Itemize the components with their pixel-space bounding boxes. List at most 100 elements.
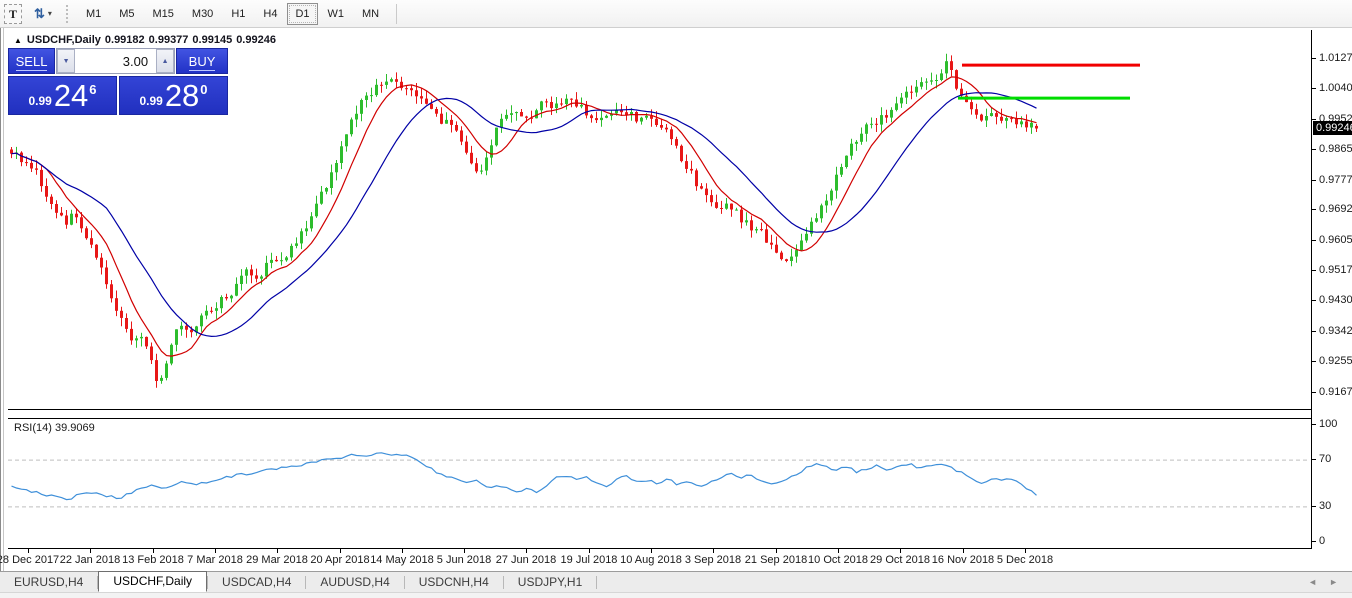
timeframe-button-m5[interactable]: M5 xyxy=(111,3,142,25)
symbol-period-label: USDCHF,Daily xyxy=(27,34,101,46)
tab-usdcnh-h4[interactable]: USDCNH,H4 xyxy=(405,573,503,592)
price-axis-label: 0.91675 xyxy=(1319,386,1352,398)
ohlc-low: 0.99145 xyxy=(192,34,232,46)
price-axis-label: 0.92550 xyxy=(1319,355,1352,367)
price-axis[interactable]: 1.012751.004000.995250.986500.977750.969… xyxy=(1311,30,1352,549)
sell-price-big: 24 xyxy=(54,81,88,111)
tab-usdchf-daily[interactable]: USDCHF,Daily xyxy=(98,571,207,592)
price-axis-tick xyxy=(1312,392,1316,393)
date-axis-tick xyxy=(153,549,154,553)
chart-tabs: EURUSD,H4USDCHF,DailyUSDCAD,H4AUDUSD,H4U… xyxy=(0,571,597,592)
rsi-axis-label: 100 xyxy=(1319,418,1337,430)
mt4-window: T ⇅ ▾ M1M5M15M30H1H4D1W1MN ▲ USDCHF,Daily… xyxy=(0,0,1352,598)
price-axis-label: 0.96050 xyxy=(1319,234,1352,246)
price-axis-tick xyxy=(1312,300,1316,301)
price-axis-label: 0.97775 xyxy=(1319,174,1352,186)
volume-control: ▼ ▲ xyxy=(56,48,175,74)
timeframe-button-m30[interactable]: M30 xyxy=(184,3,221,25)
tab-usdjpy-h1[interactable]: USDJPY,H1 xyxy=(504,573,596,592)
tab-eurusd-h4[interactable]: EURUSD,H4 xyxy=(0,573,97,592)
rsi-axis-tick xyxy=(1312,459,1316,460)
tab-scroll-left-button[interactable]: ◄ xyxy=(1302,577,1323,587)
timeframe-button-mn[interactable]: MN xyxy=(354,3,387,25)
date-axis-tick xyxy=(90,549,91,553)
rsi-axis-label: 30 xyxy=(1319,500,1331,512)
timeframe-button-w1[interactable]: W1 xyxy=(320,3,353,25)
chart-workspace: ▲USDCHF,Daily0.991820.993770.991450.9924… xyxy=(0,28,1352,571)
date-axis-tick xyxy=(277,549,278,553)
rsi-indicator-label: RSI(14) 39.9069 xyxy=(14,422,95,434)
date-axis-tick xyxy=(340,549,341,553)
price-axis-tick xyxy=(1312,88,1316,89)
price-axis-tick xyxy=(1312,361,1316,362)
buy-button-label: BUY xyxy=(189,54,216,71)
ohlc-open: 0.99182 xyxy=(105,34,145,46)
ma-slow-line xyxy=(12,93,1037,337)
tab-scroll-right-button[interactable]: ► xyxy=(1323,577,1344,587)
timeframe-button-m15[interactable]: M15 xyxy=(145,3,182,25)
date-axis-label: 5 Dec 2018 xyxy=(987,554,1063,566)
date-axis-tick xyxy=(526,549,527,553)
chevron-down-icon: ▾ xyxy=(48,9,52,18)
rsi-indicator-pane[interactable] xyxy=(8,418,1311,549)
current-price-badge: 0.99246 xyxy=(1313,121,1352,135)
date-axis[interactable]: 28 Dec 201722 Jan 201813 Feb 20187 Mar 2… xyxy=(8,549,1311,571)
status-strip xyxy=(0,592,1352,598)
date-axis-tick xyxy=(589,549,590,553)
ohlc-high: 0.99377 xyxy=(149,34,189,46)
date-axis-tick xyxy=(402,549,403,553)
price-axis-label: 0.96925 xyxy=(1319,203,1352,215)
date-axis-tick xyxy=(838,549,839,553)
date-axis-tick xyxy=(963,549,964,553)
price-axis-tick xyxy=(1312,58,1316,59)
volume-input[interactable] xyxy=(75,49,156,73)
sell-price-pip: 6 xyxy=(89,82,96,97)
price-axis-label: 1.01275 xyxy=(1319,52,1352,64)
timeframe-button-h4[interactable]: H4 xyxy=(255,3,285,25)
rsi-axis-tick xyxy=(1312,541,1316,542)
tab-audusd-h4[interactable]: AUDUSD,H4 xyxy=(306,573,403,592)
volume-increase-button[interactable]: ▲ xyxy=(156,49,174,73)
date-axis-tick xyxy=(215,549,216,553)
date-axis-tick xyxy=(464,549,465,553)
price-axis-tick xyxy=(1312,209,1316,210)
price-axis-tick xyxy=(1312,331,1316,332)
volume-decrease-button[interactable]: ▼ xyxy=(57,49,75,73)
timeframe-button-d1[interactable]: D1 xyxy=(287,3,317,25)
timeframe-button-group: M1M5M15M30H1H4D1W1MN xyxy=(77,3,388,25)
rsi-axis-label: 70 xyxy=(1319,453,1331,465)
one-click-trading-panel: SELL ▼ ▲ BUY 0.99 24 6 0.99 28 0 xyxy=(8,48,228,115)
price-axis-tick xyxy=(1312,270,1316,271)
buy-price-button[interactable]: 0.99 28 0 xyxy=(119,76,228,115)
sell-button-label: SELL xyxy=(16,54,48,71)
price-axis-label: 0.95175 xyxy=(1319,264,1352,276)
rsi-axis-label: 0 xyxy=(1319,535,1325,547)
price-axis-label: 1.00400 xyxy=(1319,82,1352,94)
arrows-icon: ⇅ xyxy=(34,7,45,20)
sell-button[interactable]: SELL xyxy=(8,48,55,74)
chart-tab-bar: EURUSD,H4USDCHF,DailyUSDCAD,H4AUDUSD,H4U… xyxy=(0,571,1352,592)
timeframe-button-h1[interactable]: H1 xyxy=(223,3,253,25)
buy-price-pip: 0 xyxy=(200,82,207,97)
buy-button[interactable]: BUY xyxy=(176,48,228,74)
price-axis-tick xyxy=(1312,149,1316,150)
buy-price-prefix: 0.99 xyxy=(139,94,162,108)
date-axis-tick xyxy=(713,549,714,553)
tab-separator xyxy=(596,576,597,589)
text-tool-button[interactable]: T xyxy=(4,4,22,24)
sell-price-button[interactable]: 0.99 24 6 xyxy=(8,76,117,115)
buy-price-big: 28 xyxy=(165,81,199,111)
chart-title: ▲USDCHF,Daily0.991820.993770.991450.9924… xyxy=(14,34,280,46)
timeframe-button-m1[interactable]: M1 xyxy=(78,3,109,25)
toolbar-grip-separator xyxy=(66,5,69,23)
tab-usdcad-h4[interactable]: USDCAD,H4 xyxy=(208,573,305,592)
toolbar: T ⇅ ▾ M1M5M15M30H1H4D1W1MN xyxy=(0,0,1352,28)
price-axis-tick xyxy=(1312,119,1316,120)
date-axis-tick xyxy=(1025,549,1026,553)
price-axis-tick xyxy=(1312,180,1316,181)
price-axis-label: 0.98650 xyxy=(1319,143,1352,155)
arrows-tool-button[interactable]: ⇅ ▾ xyxy=(30,4,56,24)
date-axis-tick xyxy=(28,549,29,553)
rsi-chart-canvas[interactable] xyxy=(8,419,1310,548)
date-axis-tick xyxy=(651,549,652,553)
